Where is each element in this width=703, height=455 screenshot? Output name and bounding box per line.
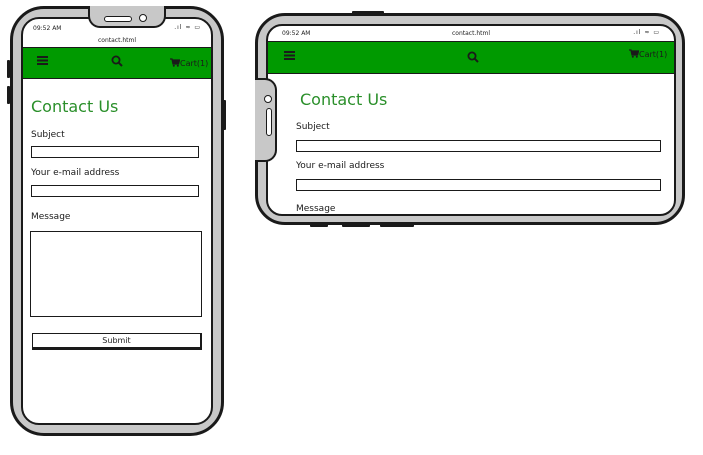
cart-link[interactable]: Cart(1) <box>170 58 208 68</box>
submit-button[interactable]: Submit <box>32 333 202 350</box>
landscape-navbar: Cart(1) <box>268 41 674 74</box>
hamburger-menu-icon[interactable] <box>37 55 48 66</box>
email-input[interactable] <box>31 185 199 197</box>
url-text: contact.html <box>97 37 137 44</box>
subject-label: Subject <box>296 122 330 132</box>
page-title: Contact Us <box>300 90 388 109</box>
message-textarea[interactable] <box>30 231 202 317</box>
landscape-phone-frame: 09:52 AM .ıl ≈ ▭ contact.html Cart(1) Co… <box>255 13 685 225</box>
portrait-phone-frame: 09:52 AM .ıl ≈ ▭ contact.html Cart(1) Co… <box>10 6 224 436</box>
signal-wifi-battery-icons: .ıl ≈ ▭ <box>174 24 201 31</box>
email-label: Your e-mail address <box>296 161 385 171</box>
message-label: Message <box>31 212 71 222</box>
portrait-navbar: Cart(1) <box>23 47 211 79</box>
cart-icon <box>629 49 640 58</box>
page-title: Contact Us <box>31 97 119 116</box>
portrait-screen: 09:52 AM .ıl ≈ ▭ contact.html Cart(1) Co… <box>21 17 213 425</box>
landscape-screen: 09:52 AM .ıl ≈ ▭ contact.html Cart(1) Co… <box>266 24 676 216</box>
portrait-speaker <box>104 16 132 22</box>
status-time: 09:52 AM <box>33 25 62 32</box>
subject-label: Subject <box>31 130 65 140</box>
cart-link[interactable]: Cart(1) <box>629 49 667 59</box>
portrait-url-bar[interactable]: contact.html <box>23 37 211 44</box>
landscape-speaker <box>266 108 272 136</box>
message-label: Message <box>296 204 336 214</box>
cart-label: Cart(1) <box>639 50 668 59</box>
search-icon[interactable] <box>111 55 123 67</box>
landscape-camera <box>264 95 272 103</box>
hamburger-menu-icon[interactable] <box>284 50 295 61</box>
subject-input[interactable] <box>296 140 661 152</box>
email-label: Your e-mail address <box>31 168 120 178</box>
cart-icon <box>170 58 181 67</box>
portrait-camera <box>139 14 147 22</box>
email-input[interactable] <box>296 179 661 191</box>
search-icon[interactable] <box>467 51 479 63</box>
subject-input[interactable] <box>31 146 199 158</box>
cart-label: Cart(1) <box>180 59 209 68</box>
landscape-url-bar[interactable]: contact.html <box>268 30 674 37</box>
url-text: contact.html <box>451 30 491 37</box>
